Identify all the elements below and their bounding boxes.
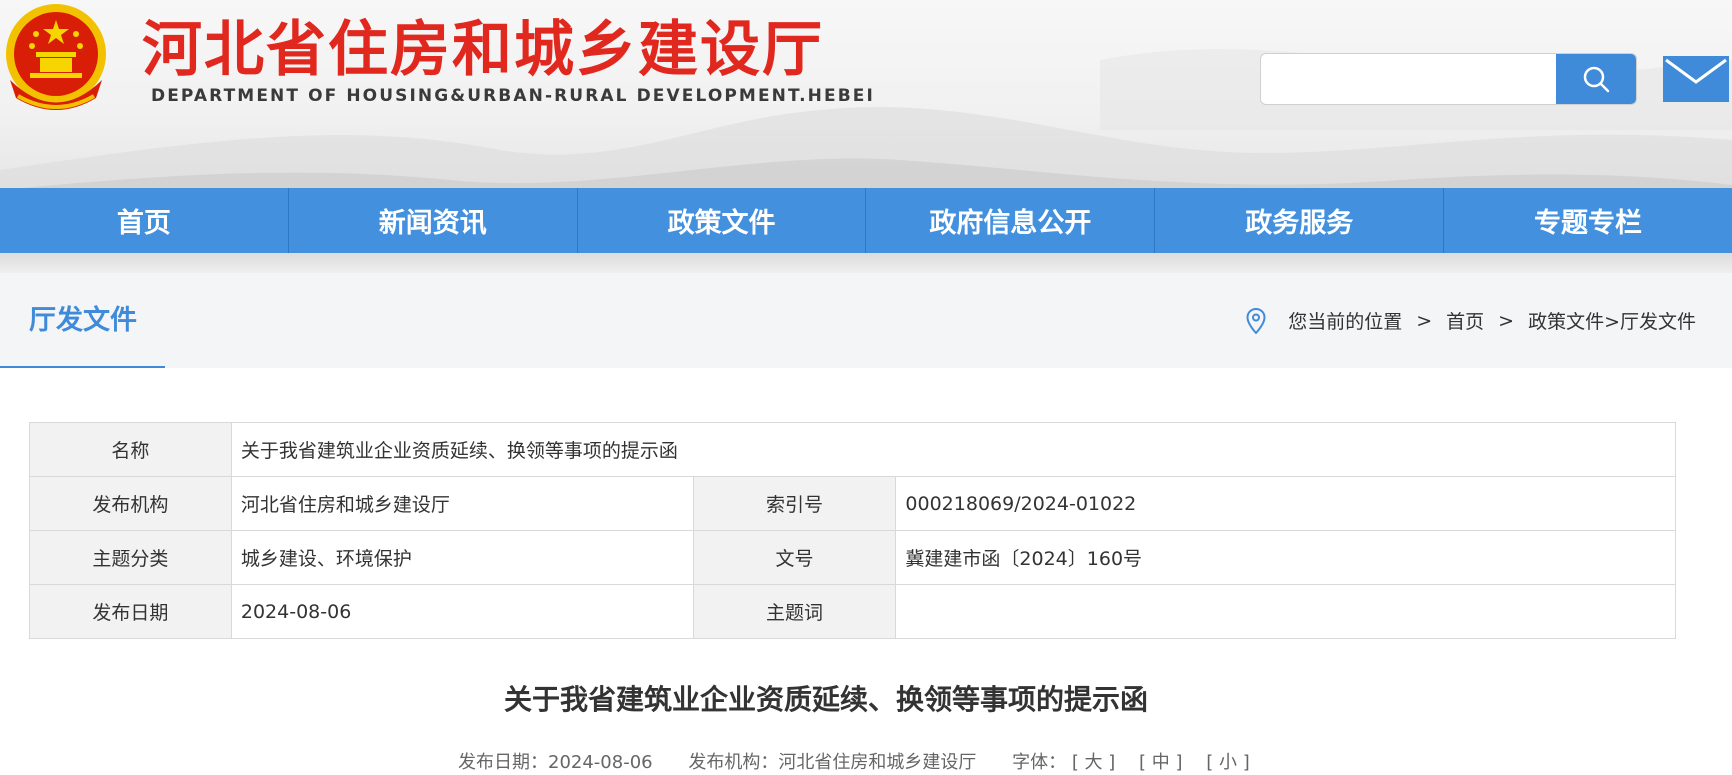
breadcrumb-path-link[interactable]: 政策文件>厅发文件	[1528, 307, 1696, 334]
section-underline	[0, 366, 165, 368]
search-input[interactable]	[1261, 54, 1557, 104]
nav-item-news[interactable]: 新闻资讯	[289, 188, 578, 253]
nav-shadow	[0, 253, 1732, 273]
topic-value: 城乡建设、环境保护	[230, 530, 694, 585]
date-value: 2024-08-06	[230, 584, 694, 639]
breadcrumb: 您当前的位置 > 首页 > 政策文件>厅发文件	[1246, 273, 1696, 368]
table-row: 主题分类 城乡建设、环境保护 文号 冀建建市函〔2024〕160号	[29, 530, 1676, 585]
location-pin-icon	[1246, 307, 1266, 334]
national-emblem-icon	[6, 4, 106, 110]
nav-item-services[interactable]: 政务服务	[1155, 188, 1445, 253]
org-label: 发布机构	[29, 476, 232, 531]
nav-item-gov-info[interactable]: 政府信息公开	[866, 188, 1156, 253]
index-value: 000218069/2024-01022	[895, 476, 1676, 531]
site-title: 河北省住房和城乡建设厅	[142, 15, 824, 85]
font-small-button[interactable]: [ 小 ]	[1206, 748, 1250, 774]
font-size-label: 字体：	[1012, 752, 1067, 773]
main-nav: 首页 新闻资讯 政策文件 政府信息公开 政务服务 专题专栏	[0, 188, 1732, 253]
nav-item-topics[interactable]: 专题专栏	[1444, 188, 1732, 253]
search-button[interactable]	[1556, 54, 1636, 104]
article-title: 关于我省建筑业企业资质延续、换领等事项的提示函	[503, 683, 1148, 716]
publish-date: 发布日期：2024-08-06	[458, 752, 653, 773]
nav-item-policy[interactable]: 政策文件	[578, 188, 867, 253]
search-icon	[1583, 66, 1610, 93]
name-label: 名称	[29, 422, 232, 477]
mail-icon[interactable]	[1663, 56, 1729, 102]
breadcrumb-separator: >	[1416, 309, 1433, 332]
document-info-table: 名称 关于我省建筑业企业资质延续、换领等事项的提示函 发布机构 河北省住房和城乡…	[29, 422, 1677, 639]
docno-value: 冀建建市函〔2024〕160号	[895, 530, 1676, 585]
table-row: 发布日期 2024-08-06 主题词	[29, 584, 1676, 639]
site-header: 河北省住房和城乡建设厅 DEPARTMENT OF HOUSING&URBAN-…	[0, 0, 1732, 188]
breadcrumb-home-link[interactable]: 首页	[1446, 307, 1484, 334]
index-label: 索引号	[692, 476, 897, 531]
article-meta: 发布日期：2024-08-06 发布机构：河北省住房和城乡建设厅 字体： [ 大…	[458, 748, 1250, 774]
table-row: 发布机构 河北省住房和城乡建设厅 索引号 000218069/2024-0102…	[29, 476, 1676, 531]
site-subtitle: DEPARTMENT OF HOUSING&URBAN-RURAL DEVELO…	[151, 86, 875, 106]
section-title: 厅发文件	[29, 305, 137, 336]
search-box	[1260, 53, 1637, 105]
location-bar: 厅发文件 您当前的位置 > 首页 > 政策文件>厅发文件	[0, 273, 1732, 368]
font-medium-button[interactable]: [ 中 ]	[1139, 748, 1183, 774]
keyword-label: 主题词	[692, 584, 897, 639]
date-label: 发布日期	[29, 584, 232, 639]
breadcrumb-prefix: 您当前的位置	[1288, 311, 1403, 333]
name-value: 关于我省建筑业企业资质延续、换领等事项的提示函	[230, 422, 1677, 477]
docno-label: 文号	[692, 530, 897, 585]
publish-org: 发布机构：河北省住房和城乡建设厅	[688, 752, 977, 773]
table-row: 名称 关于我省建筑业企业资质延续、换领等事项的提示函	[29, 422, 1677, 477]
font-large-button[interactable]: [ 大 ]	[1072, 748, 1116, 774]
org-value: 河北省住房和城乡建设厅	[230, 476, 694, 531]
keyword-value	[895, 584, 1676, 639]
topic-label: 主题分类	[29, 530, 232, 585]
nav-item-home[interactable]: 首页	[0, 188, 289, 253]
breadcrumb-separator: >	[1498, 309, 1515, 332]
